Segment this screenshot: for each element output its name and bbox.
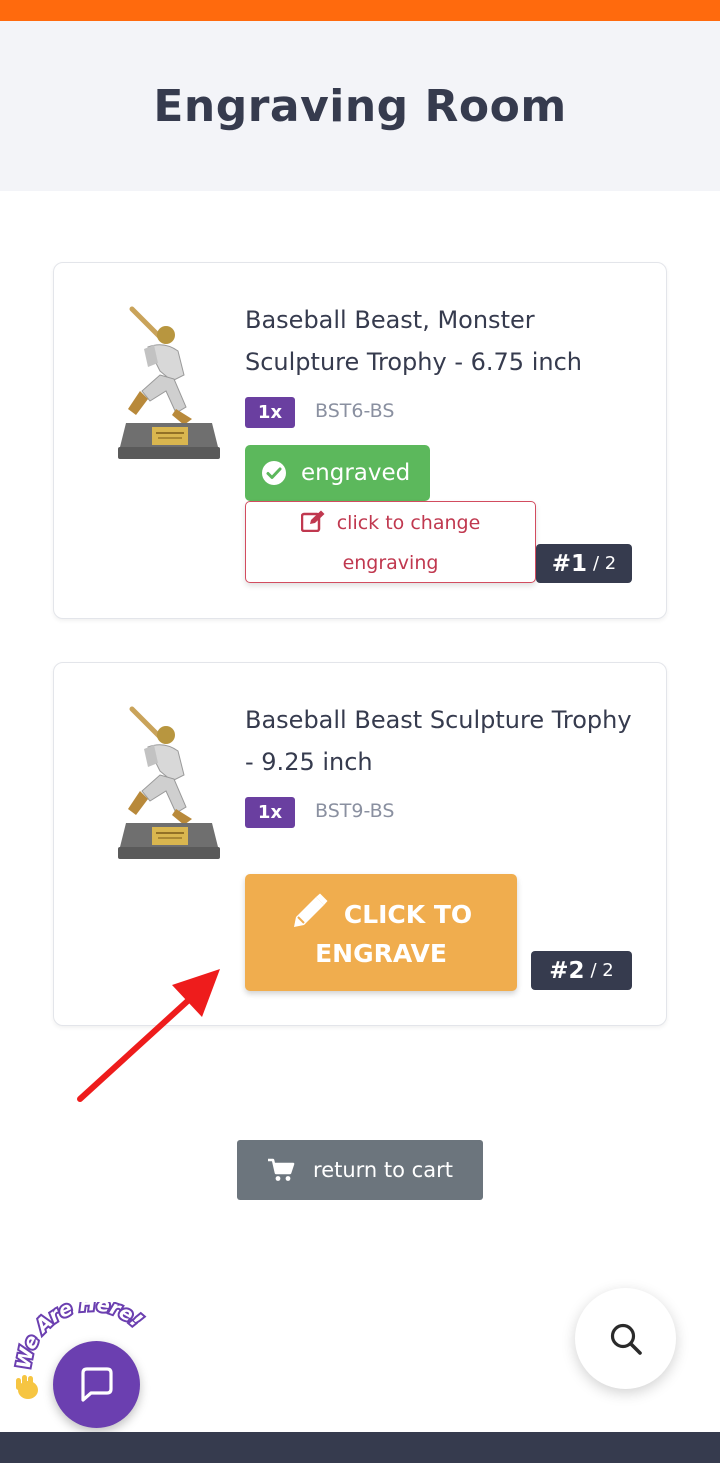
return-to-cart-label: return to cart: [313, 1158, 453, 1182]
engraved-status-badge: engraved: [245, 445, 430, 501]
chat-button[interactable]: [53, 1341, 140, 1428]
item-index: #2: [549, 957, 585, 984]
pencil-icon: [293, 893, 328, 927]
quantity-badge: 1x: [245, 397, 295, 428]
item-index: #1: [551, 550, 588, 577]
product-sku: BST6-BS: [315, 400, 395, 422]
page-title: Engraving Room: [153, 80, 567, 132]
engrave-label-line1: CLICK TO: [343, 900, 473, 929]
red-arrow-annotation: [77, 969, 220, 1102]
footer-bar: [0, 1432, 720, 1463]
page-header: Engraving Room: [0, 21, 720, 191]
waving-hand-icon: [16, 1375, 38, 1399]
trophy-image: [118, 706, 220, 859]
chat-icon: [80, 1366, 113, 1402]
engraved-status-label: engraved: [301, 460, 411, 486]
item-position-badge: #2 / 2: [531, 951, 632, 990]
item-total: / 2: [593, 553, 617, 574]
quantity-badge: 1x: [245, 797, 295, 828]
product-name[interactable]: Baseball Beast Sculpture Trophy - 9.25 i…: [245, 699, 645, 783]
top-accent-bar: [0, 0, 720, 21]
product-name[interactable]: Baseball Beast, Monster Sculpture Trophy…: [245, 299, 645, 383]
check-circle-icon: [262, 461, 286, 485]
click-to-engrave-button[interactable]: CLICK TO ENGRAVE: [245, 874, 517, 991]
product-card: Baseball Beast, Monster Sculpture Trophy…: [53, 262, 667, 619]
change-engraving-label-line2: engraving: [342, 552, 439, 574]
item-total: / 2: [590, 960, 614, 981]
change-engraving-button[interactable]: click to change engraving: [245, 501, 536, 583]
change-engraving-label-line1: click to change: [336, 512, 481, 534]
engrave-label-line2: ENGRAVE: [315, 939, 447, 968]
product-sku: BST9-BS: [315, 800, 395, 822]
search-icon: [610, 1323, 642, 1355]
trophy-image: [118, 306, 220, 459]
search-button[interactable]: [575, 1288, 676, 1389]
edit-icon: [300, 510, 325, 532]
return-to-cart-button[interactable]: return to cart: [237, 1140, 483, 1200]
cart-icon: [268, 1158, 295, 1181]
item-position-badge: #1 / 2: [536, 544, 632, 583]
